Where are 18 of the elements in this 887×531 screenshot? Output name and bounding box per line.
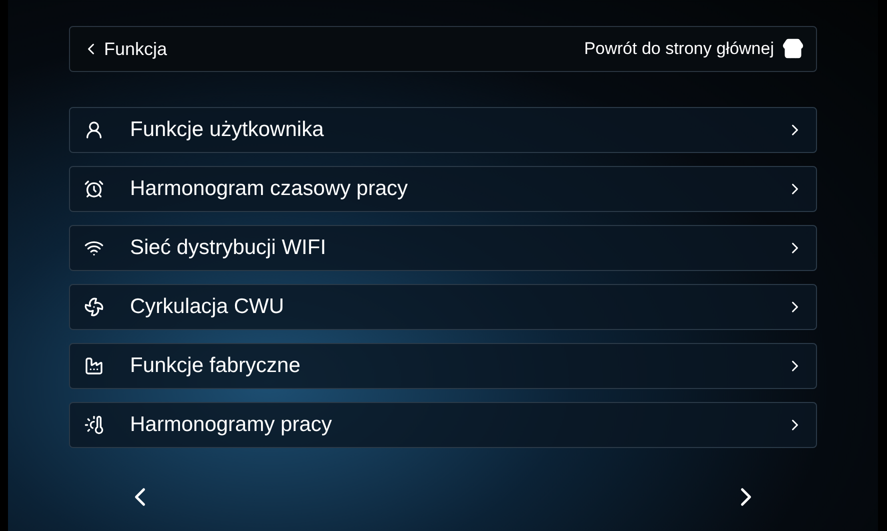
thermometer-icon [84, 415, 104, 435]
menu-item[interactable]: Harmonogram czasowy pracy [69, 166, 817, 212]
menu-label: Sieć dystrybucji WIFI [130, 235, 326, 262]
menu-label: Cyrkulacja CWU [130, 294, 284, 320]
factory-icon [84, 356, 104, 376]
menu-label: Harmonogram czasowy pracy [130, 176, 408, 202]
alarm-clock-icon [84, 179, 104, 199]
user-icon [84, 120, 104, 140]
menu-item[interactable]: Cyrkulacja CWU [69, 284, 817, 330]
back-button[interactable]: Funkcja [82, 36, 168, 62]
menu-item[interactable]: Harmonogramy pracy [69, 402, 817, 448]
menu-item[interactable]: Funkcje fabryczne [69, 343, 817, 389]
menu-label: Harmonogramy pracy [130, 412, 332, 438]
home-link[interactable]: Powrót do strony głównej [584, 36, 804, 62]
menu-item[interactable]: Sieć dystrybucji WIFI [69, 225, 817, 271]
menu-label: Funkcje fabryczne [130, 353, 300, 380]
menu-label: Funkcje użytkownika [130, 117, 324, 144]
menu-item[interactable]: Funkcje użytkownika [69, 107, 817, 153]
